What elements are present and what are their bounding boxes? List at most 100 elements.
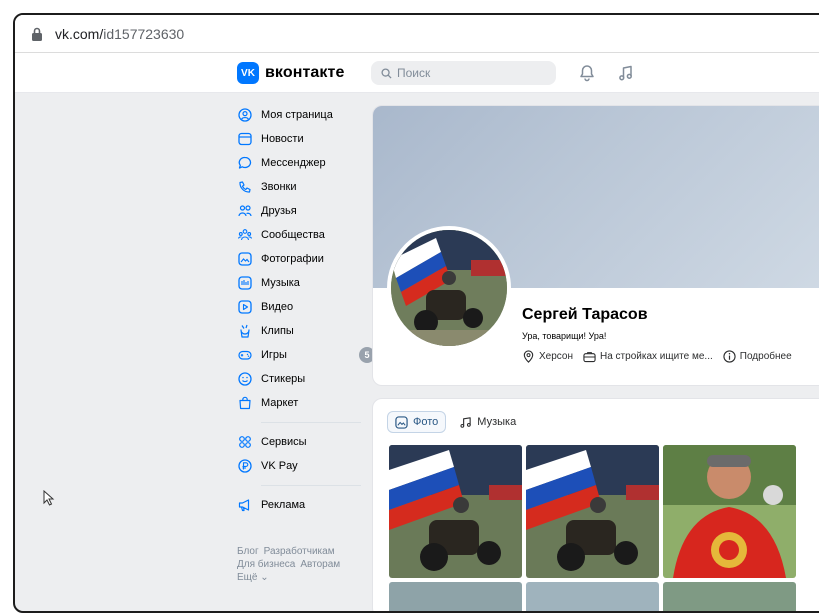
url-host: vk.com/: [55, 25, 104, 42]
services-icon: [237, 435, 252, 450]
sidebar-item-label: Игры: [261, 349, 287, 361]
briefcase-icon: [583, 352, 596, 363]
sidebar-item-messenger[interactable]: Мессенджер: [237, 151, 367, 175]
info-icon: [723, 350, 736, 363]
sidebar-item-communities[interactable]: Сообщества: [237, 223, 367, 247]
sidebar-item-label: Сервисы: [261, 436, 307, 448]
url-path: id157723630: [103, 25, 185, 42]
friends-icon: [237, 204, 252, 219]
profile-city-label: Херсон: [539, 351, 573, 362]
news-icon: [237, 132, 252, 147]
sidebar-item-stickers[interactable]: Стикеры: [237, 367, 367, 391]
user-circle-icon: [237, 108, 252, 123]
lock-icon: [31, 27, 45, 41]
bell-icon[interactable]: [577, 63, 597, 83]
sidebar-item-music[interactable]: Музыка: [237, 271, 367, 295]
photo-image: [663, 582, 796, 611]
profile-job-label: На стройках ищите ме...: [600, 351, 713, 362]
photo-thumbnail[interactable]: [663, 582, 796, 611]
sidebar-item-label: VK Pay: [261, 460, 298, 472]
sidebar-item-friends[interactable]: Друзья: [237, 199, 367, 223]
sidebar-item-label: Стикеры: [261, 373, 306, 385]
photo-thumbnail[interactable]: [389, 582, 522, 611]
search-placeholder: Поиск: [397, 66, 431, 80]
profile-job: На стройках ищите ме...: [583, 350, 713, 363]
sidebar-item-label: Сообщества: [261, 229, 325, 241]
footer-links: Блог Разработчикам Для бизнеса Авторам Ещё…: [237, 545, 367, 584]
photo-thumbnail[interactable]: [526, 582, 659, 611]
music-icon: [237, 276, 252, 291]
location-pin-icon: [523, 350, 534, 363]
footer-link-business[interactable]: Для бизнеса: [237, 559, 295, 570]
sidebar-item-label: Клипы: [261, 325, 294, 337]
sidebar-item-vkpay[interactable]: VK Pay: [237, 454, 367, 478]
search-icon: [381, 67, 392, 79]
address-bar[interactable]: vk.com/id157723630: [15, 15, 819, 53]
photo-image: [389, 445, 522, 578]
footer-link-developers[interactable]: Разработчикам: [264, 546, 335, 557]
sidebar-item-clips[interactable]: Клипы: [237, 319, 367, 343]
communities-icon: [237, 228, 252, 243]
profile-info: Херсон На стройках ищите ме... Подробнее: [522, 350, 802, 363]
photo-thumbnail[interactable]: [526, 445, 659, 578]
sidebar-item-label: Друзья: [261, 205, 297, 217]
music-note-icon: [460, 416, 472, 428]
sidebar-item-label: Видео: [261, 301, 294, 313]
sidebar-item-photos[interactable]: Фотографии: [237, 247, 367, 271]
nav-group-main: Моя страница Новости Мессенджер Звонки Д…: [237, 103, 375, 415]
photo-thumbnail[interactable]: [663, 445, 796, 578]
photo-image: [526, 582, 659, 611]
footer-link-blog[interactable]: Блог: [237, 546, 259, 557]
sidebar-item-label: Моя страница: [261, 109, 333, 121]
media-card: Фото Музыка: [372, 398, 819, 611]
tab-photos[interactable]: Фото: [387, 411, 447, 433]
profile-details-link[interactable]: Подробнее: [723, 350, 792, 363]
phone-icon: [237, 180, 252, 195]
browser-window: vk.com/id157723630 VK вконтакте Поиск Мо…: [13, 13, 819, 613]
nav-divider: [261, 422, 361, 423]
sidebar-item-ads[interactable]: Реклама: [237, 493, 367, 517]
smile-icon: [237, 372, 252, 387]
photo-image: [663, 445, 796, 578]
sidebar-item-my-page[interactable]: Моя страница: [237, 103, 367, 127]
vk-header: VK вконтакте Поиск: [15, 53, 819, 93]
photo-image: [526, 445, 659, 578]
avatar[interactable]: [387, 226, 511, 350]
tab-music[interactable]: Музыка: [452, 411, 523, 433]
video-icon: [237, 300, 252, 315]
photo-thumbnail[interactable]: [389, 445, 522, 578]
sidebar-item-label: Новости: [261, 133, 304, 145]
profile-name: Сергей Тарасов: [522, 306, 648, 323]
profile-card: Сергей Тарасов Ура, товарищи! Ура! Херсо…: [372, 105, 819, 386]
profile-city: Херсон: [522, 350, 573, 363]
sidebar-item-label: Фотографии: [261, 253, 324, 265]
vk-logo-text: вконтакте: [265, 64, 345, 81]
sidebar-item-label: Мессенджер: [261, 157, 326, 169]
sidebar-item-video[interactable]: Видео: [237, 295, 367, 319]
music-note-icon[interactable]: [616, 63, 636, 83]
sidebar-item-games[interactable]: Игры 5: [237, 343, 375, 367]
vk-logo[interactable]: VK вконтакте: [237, 62, 344, 84]
profile-status: Ура, товарищи! Ура!: [522, 331, 607, 341]
sidebar-item-calls[interactable]: Звонки: [237, 175, 367, 199]
bag-icon: [237, 396, 252, 411]
gamepad-icon: [237, 348, 252, 363]
tab-music-label: Музыка: [477, 416, 517, 428]
footer-link-more[interactable]: Ещё ⌄: [237, 572, 269, 583]
sidebar-item-label: Реклама: [261, 499, 306, 511]
footer-link-authors[interactable]: Авторам: [300, 559, 340, 570]
sidebar-item-label: Музыка: [261, 277, 300, 289]
photo-icon: [237, 252, 252, 267]
chat-bubble-icon: [237, 156, 252, 171]
search-input[interactable]: Поиск: [371, 61, 556, 85]
profile-details-label: Подробнее: [739, 351, 792, 362]
sidebar-item-services[interactable]: Сервисы: [237, 430, 367, 454]
media-tabs: Фото Музыка: [387, 411, 529, 433]
sidebar-item-label: Маркет: [261, 397, 299, 409]
sidebar-item-news[interactable]: Новости: [237, 127, 367, 151]
avatar-photo: [391, 230, 507, 346]
photo-image: [389, 582, 522, 611]
vk-logo-badge: VK: [237, 62, 259, 84]
sidebar-item-market[interactable]: Маркет: [237, 391, 367, 415]
tab-photos-label: Фото: [413, 416, 439, 428]
